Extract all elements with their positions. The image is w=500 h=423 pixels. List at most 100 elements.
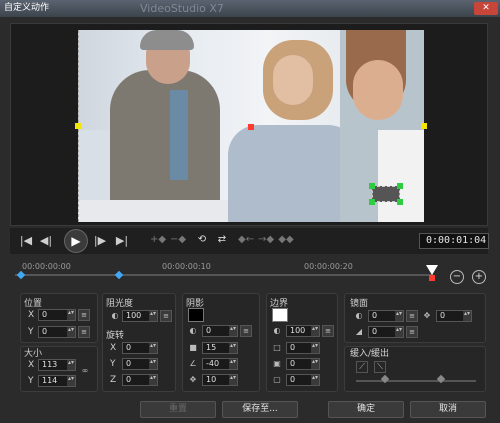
mirror-distance-input[interactable]: 0 ▴▾ [436, 310, 472, 322]
save-as-button[interactable]: 保存至... [222, 401, 298, 418]
mirror-fade-icon: ◢ [355, 327, 363, 336]
shadow-angle-input[interactable]: -40 ▴▾ [202, 358, 238, 370]
ok-button[interactable]: 确定 [328, 401, 404, 418]
size-y-input[interactable]: 114 ▴▾ [38, 375, 76, 387]
play-icon: ▶ [71, 234, 81, 248]
y-label: Y [28, 376, 34, 386]
size-x-input[interactable]: 113 ▴▾ [38, 359, 76, 371]
close-icon: ✕ [482, 3, 490, 13]
add-keyframe-icon[interactable]: +◆ [150, 232, 166, 248]
selection-box[interactable] [372, 186, 400, 202]
border-input-2[interactable]: 0 ▴▾ [286, 358, 320, 370]
shadow-opacity-icon: ◐ [189, 326, 197, 335]
y-label: Y [28, 327, 34, 337]
opacity-icon: ◐ [111, 311, 119, 320]
playback-bar: |◀ ◀| ▶ |▶ ▶| +◆ −◆ ⟲ ⇄ ◆← →◆ ◆◆ [10, 228, 488, 254]
reset-button[interactable]: 重置 [140, 401, 216, 418]
timeline-ruler[interactable]: 00:00:00:00 00:00:00:10 00:00:00:20 [10, 258, 488, 284]
tick-label: 00:00:00:00 [22, 262, 71, 271]
window-title: 自定义动作 [4, 3, 50, 13]
x-label: X [110, 343, 117, 353]
title-bar: 自定义动作 VideoStudio X7 ✕ [0, 0, 500, 17]
shadow-blur-input[interactable]: 15 ▴▾ [202, 342, 238, 354]
resize-handle[interactable] [397, 199, 403, 205]
mirror-fade-input[interactable]: 0 ▴▾ [368, 326, 404, 338]
side-handle-left[interactable] [75, 123, 81, 129]
move-keyframe-icon[interactable]: ◆◆ [278, 232, 294, 248]
resize-handle[interactable] [369, 199, 375, 205]
prev-icon: ◀| [39, 234, 53, 247]
next-frame-button[interactable]: |▶ [92, 233, 108, 249]
shadow-color-swatch[interactable] [188, 308, 204, 322]
border-input-3[interactable]: 0 ▴▾ [286, 374, 320, 386]
preview-video[interactable] [78, 30, 424, 222]
rotation-y-input[interactable]: 0 ▴▾ [122, 358, 158, 370]
opacity-dropdown[interactable]: ≡ [160, 310, 172, 322]
shadow-opacity-dropdown[interactable]: ≡ [240, 325, 252, 337]
rotation-title: 旋转 [106, 331, 125, 341]
timecode-field[interactable]: 0:00:01:04 [419, 233, 489, 249]
swap-icon[interactable]: ⇄ [214, 232, 230, 248]
shadow-angle-icon: ∠ [189, 359, 197, 368]
position-title: 位置 [24, 299, 43, 309]
tick-label: 00:00:00:10 [162, 262, 211, 271]
prev-keyframe-icon[interactable]: ◆← [238, 232, 254, 248]
position-y-dropdown[interactable]: ≡ [78, 326, 90, 338]
shadow-distance-input[interactable]: 10 ▴▾ [202, 374, 238, 386]
zoom-out-button[interactable]: − [450, 270, 464, 284]
y-label: Y [110, 359, 116, 369]
border-color-swatch[interactable] [272, 308, 288, 322]
x-label: X [28, 360, 35, 370]
shadow-blur-icon: ■ [189, 343, 197, 352]
border-frame-icon: ▢ [273, 375, 281, 384]
window-title-ghost: VideoStudio X7 [140, 2, 224, 15]
timeline-track[interactable] [15, 274, 433, 276]
fade-out-icon[interactable]: ⟍ [374, 361, 386, 373]
prev-frame-button[interactable]: ◀| [38, 233, 54, 249]
play-button[interactable]: ▶ [64, 229, 88, 253]
opacity-input[interactable]: 100 ▴▾ [122, 310, 158, 322]
next-icon: |▶ [93, 234, 107, 247]
mirror-fade-dropdown[interactable]: ≡ [406, 326, 418, 338]
move-icon: ✥ [423, 311, 431, 320]
position-y-input[interactable]: 0 ▴▾ [38, 326, 76, 338]
home-button[interactable]: |◀ [18, 233, 34, 249]
fade-slider-track[interactable] [356, 380, 476, 382]
end-button[interactable]: ▶| [114, 233, 130, 249]
size-title: 大小 [24, 349, 43, 359]
current-keyframe-marker[interactable] [429, 275, 435, 281]
mirror-opacity-input[interactable]: 0 ▴▾ [368, 310, 404, 322]
fade-in-icon[interactable]: ⟋ [356, 361, 368, 373]
cancel-button[interactable]: 取消 [410, 401, 486, 418]
next-keyframe-icon[interactable]: →◆ [258, 232, 274, 248]
border-width-input[interactable]: 0 ▴▾ [286, 342, 320, 354]
position-x-dropdown[interactable]: ≡ [78, 309, 90, 321]
reverse-icon[interactable]: ⟲ [194, 232, 210, 248]
x-label: X [28, 310, 35, 320]
resize-handle[interactable] [369, 183, 375, 189]
rotation-z-input[interactable]: 0 ▴▾ [122, 374, 158, 386]
border-opacity-dropdown[interactable]: ≡ [322, 325, 334, 337]
side-handle-right[interactable] [421, 123, 427, 129]
move-icon: ✥ [189, 375, 197, 384]
tick-label: 00:00:00:20 [304, 262, 353, 271]
zoom-out-icon: − [452, 271, 462, 282]
close-button[interactable]: ✕ [474, 2, 498, 15]
z-label: Z [110, 375, 117, 385]
zoom-in-button[interactable]: + [472, 270, 486, 284]
link-icon[interactable]: ∞ [80, 366, 90, 376]
home-icon: |◀ [19, 234, 33, 247]
shadow-opacity-input[interactable]: 0 ▴▾ [202, 325, 238, 337]
rotation-x-input[interactable]: 0 ▴▾ [122, 342, 158, 354]
opacity-title: 阻光度 [106, 299, 134, 309]
center-point[interactable] [248, 124, 254, 130]
mirror-opacity-dropdown[interactable]: ≡ [406, 310, 418, 322]
border-fill-icon: ▣ [273, 359, 281, 368]
end-icon: ▶| [115, 234, 129, 247]
resize-handle[interactable] [397, 183, 403, 189]
border-square-icon: □ [273, 343, 281, 352]
position-x-input[interactable]: 0 ▴▾ [38, 309, 76, 321]
fade-title: 缓入/缓出 [350, 349, 390, 359]
remove-keyframe-icon[interactable]: −◆ [170, 232, 186, 248]
border-opacity-input[interactable]: 100 ▴▾ [286, 325, 320, 337]
